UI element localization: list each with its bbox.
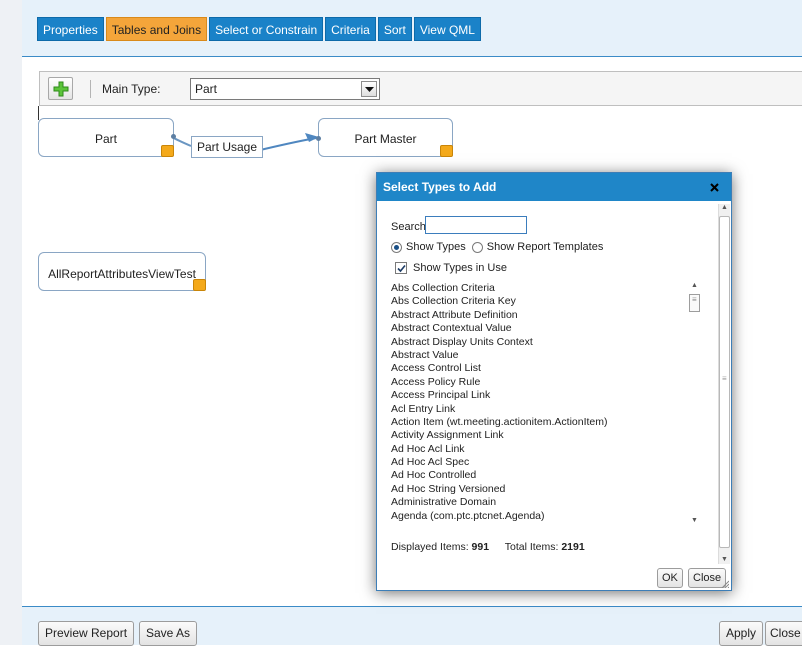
show-types-label: Show Types [406,241,466,253]
displayed-items-count: 991 [471,541,490,553]
list-item[interactable]: Agenda (com.ptc.ptcnet.Agenda) [391,510,707,523]
join-part-usage[interactable]: Part Usage [191,136,264,158]
list-item[interactable]: Abstract Attribute Definition [391,309,707,322]
checkmark-icon [397,264,406,273]
resize-handle[interactable] [193,279,206,291]
resize-grip-icon[interactable] [721,580,729,588]
type-mode-radios: Show Types Show Report Templates [391,241,603,253]
list-item[interactable]: Ad Hoc String Versioned [391,483,707,496]
dialog-scrollbar[interactable]: ▲ ≡ ▼ [718,204,730,564]
list-item[interactable]: Abstract Contextual Value [391,322,707,335]
item-counts: Displayed Items: 991 Total Items: 2191 [391,541,585,553]
list-item[interactable]: Ad Hoc Acl Spec [391,456,707,469]
total-items-count: 2191 [561,541,585,553]
list-item[interactable]: Abstract Display Units Context [391,336,707,349]
show-types-in-use-checkbox[interactable] [395,262,407,274]
node-part-label: Part [94,132,117,146]
node-port [171,134,176,139]
list-item[interactable]: Ad Hoc Controlled [391,469,707,482]
left-gutter [0,0,22,645]
show-report-templates-label: Show Report Templates [486,241,604,253]
scroll-up-icon[interactable]: ▲ [721,204,728,211]
list-item[interactable]: Abs Collection Criteria [391,282,707,295]
scroll-thumb[interactable]: ≡ [689,294,700,312]
node-all-report-attributes[interactable]: AllReportAttributesViewTest [38,252,206,291]
list-item[interactable]: Activity Assignment Link [391,429,707,442]
list-item[interactable]: Acl Entry Link [391,403,707,416]
search-label: Search: [391,221,429,233]
select-types-dialog: Select Types to Add ▲ ≡ ▼ Search: Show T… [376,172,732,591]
node-report-view-label: AllReportAttributesViewTest [48,267,196,281]
dialog-body: ▲ ≡ ▼ Search: Show Types Show Report Tem… [377,201,731,590]
list-item[interactable]: Access Principal Link [391,389,707,402]
list-item[interactable]: Abs Collection Criteria Key [391,295,707,308]
show-types-in-use-row: Show Types in Use [395,262,507,274]
search-input[interactable] [425,216,527,234]
list-item[interactable]: Access Policy Rule [391,376,707,389]
total-items-label: Total Items: [504,541,559,553]
scroll-up-icon[interactable]: ▲ [691,282,698,289]
preview-report-button[interactable]: Preview Report [38,621,135,646]
dialog-titlebar[interactable]: Select Types to Add [377,173,731,201]
node-part-master[interactable]: Part Master [316,118,453,157]
close-icon [710,183,719,192]
list-item[interactable]: Abstract Value [391,349,707,362]
dialog-ok-button[interactable]: OK [657,568,683,588]
list-item[interactable]: Ad Hoc Acl Link [391,443,707,456]
scroll-thumb[interactable]: ≡ [719,216,730,548]
displayed-items-label: Displayed Items: [391,541,469,553]
apply-button[interactable]: Apply [719,621,764,646]
resize-handle[interactable] [161,145,174,157]
bottom-bar: Preview Report Save As Apply Close [22,606,802,646]
type-list: Abs Collection Criteria Abs Collection C… [391,282,707,522]
list-item[interactable]: Administrative Domain [391,496,707,509]
dialog-title: Select Types to Add [383,180,497,194]
node-part-master-label: Part Master [354,132,417,146]
show-types-radio[interactable] [391,241,402,253]
close-button[interactable]: Close [765,621,802,646]
list-item[interactable]: Action Item (wt.meeting.actionitem.Actio… [391,416,707,429]
scroll-down-icon[interactable]: ▼ [691,517,698,524]
node-part[interactable]: Part [38,118,176,157]
save-as-button[interactable]: Save As [139,621,198,646]
scroll-down-icon[interactable]: ▼ [721,556,728,563]
dialog-close-button[interactable] [710,181,719,195]
type-list-scrollbar[interactable]: ▲ ≡ ▼ [689,282,701,524]
resize-handle[interactable] [440,145,453,157]
show-report-templates-radio[interactable] [471,241,483,253]
show-types-in-use-label: Show Types in Use [413,262,507,274]
list-item[interactable]: Access Control List [391,362,707,375]
